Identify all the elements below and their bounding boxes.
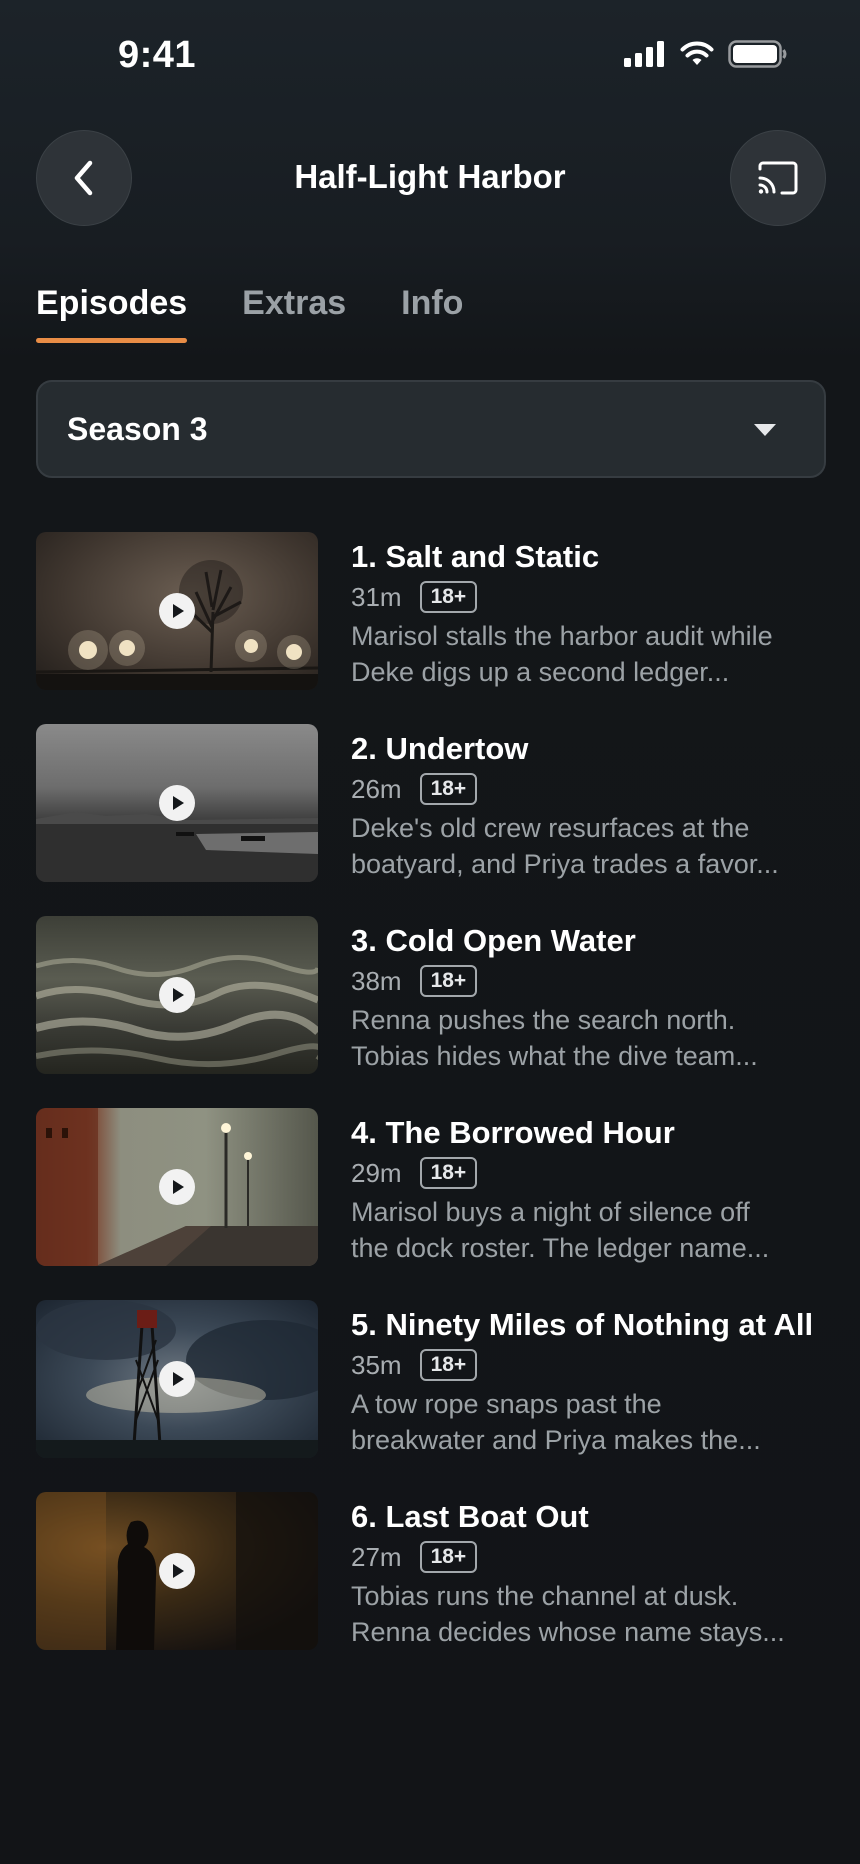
episode-row[interactable]: 3. Cold Open Water 38m 18+ Renna pushes … — [36, 916, 826, 1108]
rating-badge: 18+ — [419, 1541, 478, 1573]
episode-info: 5. Ninety Miles of Nothing at All 35m 18… — [351, 1306, 831, 1458]
episode-info: 2. Undertow 26m 18+ Deke's old crew resu… — [351, 730, 831, 882]
tab-bar: Episodes Extras Info — [36, 284, 463, 343]
play-icon[interactable] — [159, 1553, 195, 1589]
episode-title: 4. The Borrowed Hour — [351, 1115, 675, 1150]
play-icon[interactable] — [159, 593, 195, 629]
rating-badge: 18+ — [419, 773, 478, 805]
rating-badge: 18+ — [419, 1157, 478, 1189]
episode-meta: 38m 18+ — [351, 964, 831, 998]
episode-description-line: Tobias hides what the dive team... — [351, 1041, 758, 1071]
episode-duration: 26m — [351, 773, 402, 804]
episode-info: 3. Cold Open Water 38m 18+ Renna pushes … — [351, 922, 831, 1074]
episode-duration: 27m — [351, 1541, 402, 1572]
episode-description-line: Deke digs up a second ledger... — [351, 657, 730, 687]
cast-icon — [758, 161, 798, 195]
episode-description-line: Renna decides whose name stays... — [351, 1617, 785, 1647]
episode-meta: 29m 18+ — [351, 1156, 831, 1190]
episode-info: 4. The Borrowed Hour 29m 18+ Marisol buy… — [351, 1114, 831, 1266]
episode-row[interactable]: 2. Undertow 26m 18+ Deke's old crew resu… — [36, 724, 826, 916]
rating-badge: 18+ — [419, 1349, 478, 1381]
episode-title: 5. Ninety Miles of Nothing at All — [351, 1307, 814, 1342]
episode-meta: 26m 18+ — [351, 772, 831, 806]
screen: 9:41 Half-Light Harbor Episodes Extras I… — [0, 0, 860, 1864]
season-dropdown[interactable]: Season 3 — [36, 380, 826, 478]
status-time: 9:41 — [118, 34, 197, 76]
episode-description-line: breakwater and Priya makes the... — [351, 1425, 761, 1455]
episode-description-line: boatyard, and Priya trades a favor... — [351, 849, 779, 879]
episode-duration: 38m — [351, 965, 402, 996]
rating-badge: 18+ — [419, 965, 478, 997]
cast-button[interactable] — [730, 130, 826, 226]
tab-episodes[interactable]: Episodes — [36, 284, 188, 343]
episode-row[interactable]: 6. Last Boat Out 27m 18+ Tobias runs the… — [36, 1492, 826, 1684]
episode-info: 1. Salt and Static 31m 18+ Marisol stall… — [351, 538, 831, 690]
episode-description-line: Marisol buys a night of silence off — [351, 1197, 750, 1227]
episode-row[interactable]: 1. Salt and Static 31m 18+ Marisol stall… — [36, 532, 826, 724]
wifi-icon — [680, 41, 714, 65]
episode-description-line: the dock roster. The ledger name... — [351, 1233, 770, 1263]
episode-description-line: Marisol stalls the harbor audit while — [351, 621, 773, 651]
play-icon[interactable] — [159, 977, 195, 1013]
episode-thumbnail[interactable] — [36, 532, 318, 690]
episode-thumbnail[interactable] — [36, 724, 318, 882]
status-icons — [624, 40, 788, 68]
battery-icon — [728, 40, 787, 68]
play-icon[interactable] — [159, 785, 195, 821]
caret-down-icon — [754, 424, 776, 436]
rating-badge: 18+ — [419, 581, 478, 613]
episode-title: 3. Cold Open Water — [351, 923, 636, 958]
episode-description-line: Renna pushes the search north. — [351, 1005, 736, 1035]
episode-title: 6. Last Boat Out — [351, 1499, 589, 1534]
episode-thumbnail[interactable] — [36, 1300, 318, 1458]
season-label: Season 3 — [67, 410, 208, 447]
episode-title: 2. Undertow — [351, 731, 529, 766]
episode-description-line: Deke's old crew resurfaces at the — [351, 813, 750, 843]
episode-description-line: A tow rope snaps past the — [351, 1389, 662, 1419]
episode-title: 1. Salt and Static — [351, 539, 600, 574]
episode-meta: 31m 18+ — [351, 580, 831, 614]
episode-info: 6. Last Boat Out 27m 18+ Tobias runs the… — [351, 1498, 831, 1650]
episode-duration: 31m — [351, 581, 402, 612]
cellular-signal-icon — [624, 41, 664, 67]
play-icon[interactable] — [159, 1169, 195, 1205]
tab-extras[interactable]: Extras — [242, 284, 346, 343]
episode-duration: 29m — [351, 1157, 402, 1188]
episode-meta: 35m 18+ — [351, 1348, 831, 1382]
play-icon[interactable] — [159, 1361, 195, 1397]
episode-list: 1. Salt and Static 31m 18+ Marisol stall… — [36, 532, 826, 1684]
episode-row[interactable]: 4. The Borrowed Hour 29m 18+ Marisol buy… — [36, 1108, 826, 1300]
episode-description-line: Tobias runs the channel at dusk. — [351, 1581, 739, 1611]
episode-row[interactable]: 5. Ninety Miles of Nothing at All 35m 18… — [36, 1300, 826, 1492]
episode-duration: 35m — [351, 1349, 402, 1380]
episode-meta: 27m 18+ — [351, 1540, 831, 1574]
episode-thumbnail[interactable] — [36, 1108, 318, 1266]
episode-thumbnail[interactable] — [36, 1492, 318, 1650]
episode-thumbnail[interactable] — [36, 916, 318, 1074]
tab-info[interactable]: Info — [401, 284, 463, 343]
